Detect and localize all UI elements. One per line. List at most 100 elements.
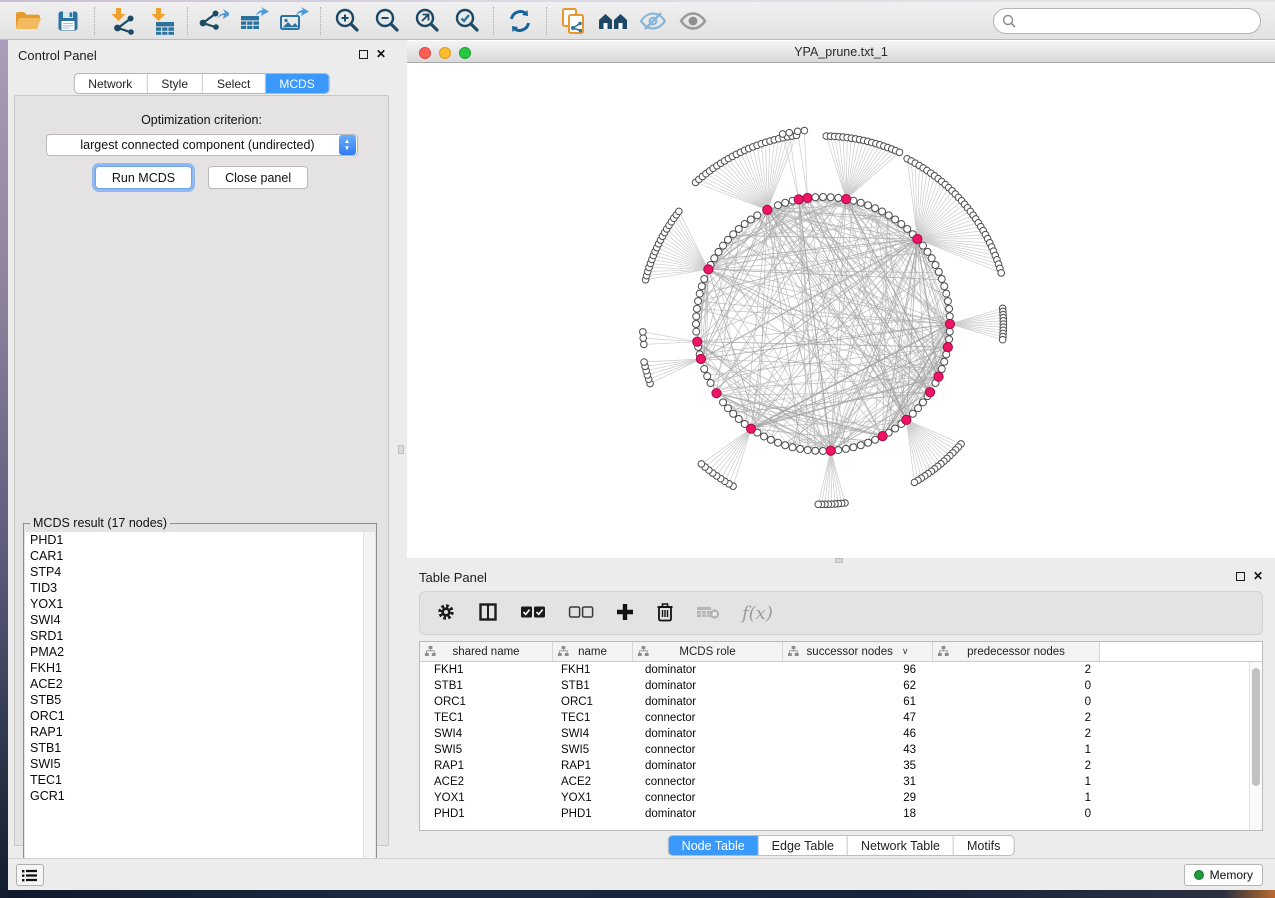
delete-rows-button[interactable]	[656, 602, 674, 625]
table-cell[interactable]: 1	[933, 790, 1100, 806]
graph-leaf-node[interactable]	[786, 129, 793, 136]
graph-node[interactable]	[872, 436, 879, 443]
column-header[interactable]: shared name	[420, 642, 553, 661]
graph-node[interactable]	[938, 366, 945, 373]
function-builder-button[interactable]: f(x)	[742, 603, 773, 624]
table-cell[interactable]: ACE2	[420, 774, 553, 790]
graph-node[interactable]	[715, 248, 722, 255]
table-cell[interactable]: 2	[933, 710, 1100, 726]
table-cell[interactable]: YOX1	[553, 790, 633, 806]
graph-node[interactable]	[698, 283, 705, 290]
graph-leaf-node[interactable]	[815, 501, 822, 508]
graph-leaf-node[interactable]	[676, 208, 683, 215]
open-session-button[interactable]	[8, 5, 48, 37]
select-all-checkbox-button[interactable]	[520, 605, 546, 622]
graph-leaf-node[interactable]	[641, 359, 648, 366]
table-row[interactable]: YOX1YOX1connector291	[420, 790, 1249, 806]
mcds-result-item[interactable]: FKH1	[25, 660, 363, 676]
show-columns-button[interactable]	[478, 602, 498, 625]
mcds-result-item[interactable]: PHD1	[25, 532, 363, 548]
graph-node[interactable]	[865, 439, 872, 446]
run-mcds-button[interactable]: Run MCDS	[95, 166, 192, 189]
graph-leaf-node[interactable]	[794, 128, 801, 135]
mcds-result-item[interactable]: SWI5	[25, 756, 363, 772]
graph-node[interactable]	[782, 442, 789, 449]
table-cell[interactable]: 96	[783, 662, 933, 678]
table-cell[interactable]: TEC1	[553, 710, 633, 726]
delete-table-button[interactable]	[696, 604, 720, 623]
add-row-button[interactable]	[616, 603, 634, 624]
search-input[interactable]	[1021, 14, 1252, 28]
table-cell[interactable]: STB1	[553, 678, 633, 694]
graph-node[interactable]	[767, 436, 774, 443]
column-header[interactable]: successor nodes∨	[783, 642, 933, 661]
graph-node[interactable]	[938, 275, 945, 282]
graph-node[interactable]	[774, 202, 781, 209]
tab-network-table[interactable]: Network Table	[848, 836, 954, 855]
graph-hub-node[interactable]	[826, 446, 835, 455]
mcds-result-item[interactable]: ACE2	[25, 676, 363, 692]
graph-node[interactable]	[820, 194, 827, 201]
graph-node[interactable]	[693, 305, 700, 312]
graph-hub-node[interactable]	[943, 343, 952, 352]
mcds-result-item[interactable]: ORC1	[25, 708, 363, 724]
graph-node[interactable]	[915, 405, 922, 412]
graph-leaf-node[interactable]	[896, 149, 903, 156]
graph-node[interactable]	[701, 366, 708, 373]
graph-node[interactable]	[693, 313, 700, 320]
table-cell[interactable]: PHD1	[553, 806, 633, 822]
tab-select[interactable]: Select	[203, 74, 265, 93]
table-cell[interactable]: FKH1	[553, 662, 633, 678]
criterion-select[interactable]: largest connected component (undirected)…	[46, 134, 358, 156]
graph-node[interactable]	[782, 199, 789, 206]
table-cell[interactable]: dominator	[633, 662, 783, 678]
table-cell[interactable]: 0	[933, 806, 1100, 822]
table-cell[interactable]: TEC1	[420, 710, 553, 726]
graph-node[interactable]	[879, 208, 886, 215]
export-table-button[interactable]	[234, 5, 274, 37]
zoom-out-button[interactable]	[367, 5, 407, 37]
graph-node[interactable]	[842, 445, 849, 452]
table-cell[interactable]: connector	[633, 774, 783, 790]
graph-node[interactable]	[924, 248, 931, 255]
table-cell[interactable]: 2	[933, 662, 1100, 678]
graph-node[interactable]	[820, 448, 827, 455]
network-graph[interactable]	[407, 63, 1275, 558]
table-cell[interactable]: YOX1	[420, 790, 553, 806]
table-cell[interactable]: connector	[633, 790, 783, 806]
tab-motifs[interactable]: Motifs	[954, 836, 1013, 855]
table-cell[interactable]: 0	[933, 678, 1100, 694]
graph-node[interactable]	[892, 216, 899, 223]
tab-mcds[interactable]: MCDS	[265, 74, 328, 93]
graph-node[interactable]	[872, 205, 879, 212]
column-header[interactable]: name	[553, 642, 633, 661]
table-cell[interactable]: 2	[933, 726, 1100, 742]
table-row[interactable]: STB1STB1dominator620	[420, 678, 1249, 694]
graph-node[interactable]	[720, 242, 727, 249]
mcds-result-item[interactable]: PMA2	[25, 644, 363, 660]
mcds-result-item[interactable]: SWI4	[25, 612, 363, 628]
graph-hub-node[interactable]	[763, 205, 772, 214]
graph-node[interactable]	[850, 444, 857, 451]
graph-node[interactable]	[754, 212, 761, 219]
network-view-titlebar[interactable]: YPA_prune.txt_1	[407, 40, 1275, 63]
graph-node[interactable]	[892, 425, 899, 432]
graph-node[interactable]	[941, 283, 948, 290]
table-row[interactable]: SWI4SWI4dominator462	[420, 726, 1249, 742]
graph-node[interactable]	[928, 255, 935, 262]
table-row[interactable]: ACE2ACE2connector311	[420, 774, 1249, 790]
table-cell[interactable]: 18	[783, 806, 933, 822]
show-panels-button[interactable]	[16, 864, 44, 886]
table-cell[interactable]: 31	[783, 774, 933, 790]
graph-hub-node[interactable]	[913, 234, 922, 243]
table-row[interactable]: TEC1TEC1connector472	[420, 710, 1249, 726]
import-network-button[interactable]	[101, 5, 141, 37]
graph-hub-node[interactable]	[945, 319, 954, 328]
zoom-selected-button[interactable]	[447, 5, 487, 37]
column-header[interactable]: predecessor nodes	[933, 642, 1100, 661]
export-image-button[interactable]	[274, 5, 314, 37]
table-cell[interactable]: connector	[633, 710, 783, 726]
table-cell[interactable]: SWI5	[553, 742, 633, 758]
close-panel-icon[interactable]: ✕	[376, 47, 386, 61]
graph-node[interactable]	[741, 221, 748, 228]
